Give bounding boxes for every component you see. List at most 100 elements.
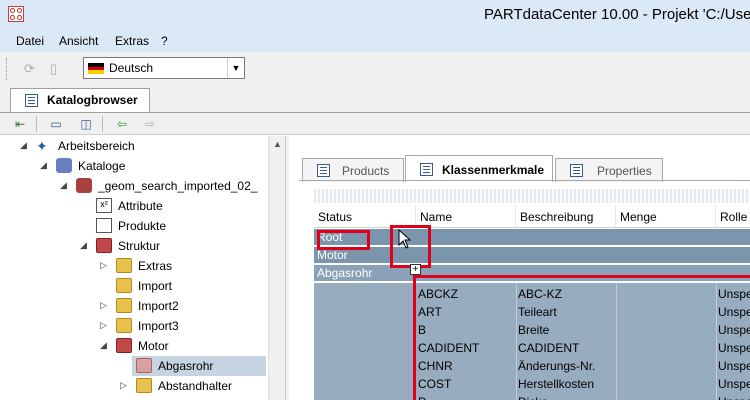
dropdown-arrow-icon[interactable]: ▼ xyxy=(227,58,244,78)
import-icon[interactable]: ⇤ xyxy=(12,117,28,131)
app-icon[interactable] xyxy=(8,6,24,22)
detail-panel: Products Klassenmerkmale Properties Stat… xyxy=(289,136,750,400)
class-icon xyxy=(136,358,152,373)
tree-item-label: Kataloge xyxy=(78,159,126,173)
group-label-motor: Motor xyxy=(317,248,348,262)
column-header-name[interactable]: Name xyxy=(416,206,516,228)
group-row-root[interactable]: Root xyxy=(314,229,750,245)
collapsed-arrow-icon[interactable]: ▷ xyxy=(100,260,110,271)
language-select[interactable]: Deutsch ▼ xyxy=(83,57,245,79)
grid-group-drop-area[interactable] xyxy=(314,189,750,203)
menu-ansicht[interactable]: Ansicht xyxy=(59,34,98,48)
tree-item-arbeitsbereich[interactable]: ◢ ✦ Arbeitsbereich xyxy=(0,136,268,156)
tree-item-label: Import xyxy=(138,279,173,293)
window-title: PARTdataCenter 10.00 - Projekt 'C:/Users xyxy=(484,6,750,23)
document-icon[interactable]: ▯ xyxy=(50,62,64,76)
toolbar-grip[interactable] xyxy=(6,58,9,80)
tab-properties[interactable]: Properties xyxy=(555,158,663,182)
folder-icon xyxy=(96,238,112,253)
plus-icon[interactable]: + xyxy=(410,264,421,275)
highlight-box-motor xyxy=(317,230,370,250)
tab-properties-label: Properties xyxy=(597,164,652,178)
tree-item-label: Motor xyxy=(138,339,169,353)
expanded-arrow-icon[interactable]: ◢ xyxy=(80,240,90,251)
tree-item-label: Arbeitsbereich xyxy=(58,139,135,153)
tree-item-kataloge[interactable]: ◢ Kataloge xyxy=(0,156,268,176)
menu-extras[interactable]: Extras xyxy=(115,34,149,48)
collapsed-arrow-icon[interactable]: ▷ xyxy=(100,300,110,311)
language-value: Deutsch xyxy=(109,61,154,75)
group-row-motor[interactable]: Motor xyxy=(314,247,750,263)
catalog-tree: ◢ ✦ Arbeitsbereich ◢ Kataloge ◢ _geom_se… xyxy=(0,136,285,400)
catalog-icon xyxy=(76,178,92,193)
tree-item-label: Extras xyxy=(138,259,173,273)
tree-item-label: Struktur xyxy=(118,239,161,253)
collapsed-arrow-icon[interactable]: ▷ xyxy=(120,380,130,391)
folder-icon xyxy=(116,338,132,353)
tree-item-produkte[interactable]: Produkte xyxy=(0,216,268,236)
grid-status-column xyxy=(314,283,416,400)
tab-baseline xyxy=(299,180,750,181)
split-horizontal-icon[interactable]: ▭ xyxy=(48,117,64,131)
tree-item-import3[interactable]: ▷ Import3 xyxy=(0,316,268,336)
forward-arrow-icon[interactable]: ⇨ xyxy=(142,117,158,131)
group-label-abgasrohr: Abgasrohr xyxy=(317,266,373,280)
attribute-icon: x² xyxy=(96,198,112,213)
tab-katalogbrowser-label: Katalogbrowser xyxy=(47,93,138,107)
tab-klassenmerkmale[interactable]: Klassenmerkmale xyxy=(405,155,553,182)
menu-bar: Datei Ansicht Extras ? xyxy=(0,30,750,52)
tree-item-label: Attribute xyxy=(118,199,163,213)
tree-item-abgasrohr[interactable]: Abgasrohr xyxy=(132,356,266,376)
tab-klassenmerkmale-label: Klassenmerkmale xyxy=(442,163,545,177)
column-header-rolle[interactable]: Rolle xyxy=(716,206,750,228)
expanded-arrow-icon[interactable]: ◢ xyxy=(20,140,30,151)
scroll-up-icon[interactable]: ▲ xyxy=(269,136,286,153)
folder-icon xyxy=(116,278,132,293)
column-header-beschreibung[interactable]: Beschreibung xyxy=(516,206,616,228)
back-arrow-icon[interactable]: ⇦ xyxy=(114,117,130,131)
menu-help[interactable]: ? xyxy=(161,34,168,48)
tab-products-label: Products xyxy=(342,164,390,178)
tree-item-label: Import2 xyxy=(138,299,179,313)
tree-scrollbar[interactable]: ▲ xyxy=(268,136,285,400)
tree-item-label: _geom_search_imported_02_ xyxy=(98,179,258,193)
tree-item-struktur[interactable]: ◢ Struktur xyxy=(0,236,268,256)
folder-icon xyxy=(116,318,132,333)
tree-item-label: Produkte xyxy=(118,219,167,233)
tree-item-import[interactable]: Import xyxy=(0,276,268,296)
tree-item-extras[interactable]: ▷ Extras xyxy=(0,256,268,276)
page-icon xyxy=(570,164,583,177)
tree-item-label: Abgasrohr xyxy=(158,359,214,373)
page-icon xyxy=(25,94,38,107)
document-area: ⇤ ▭ ◫ ⇦ ⇨ ◢ ✦ Arbeitsbereich ◢ Kataloge … xyxy=(0,112,750,400)
products-icon xyxy=(96,218,112,233)
column-header-menge[interactable]: Menge xyxy=(616,206,716,228)
tree-item-catalog[interactable]: ◢ _geom_search_imported_02_ xyxy=(0,176,268,196)
tree-item-attribute[interactable]: x² Attribute xyxy=(0,196,268,216)
menu-datei[interactable]: Datei xyxy=(16,34,44,48)
expanded-arrow-icon[interactable]: ◢ xyxy=(40,160,50,171)
tree-item-motor[interactable]: ◢ Motor xyxy=(0,336,268,356)
page-icon xyxy=(420,163,433,176)
folder-icon xyxy=(136,378,152,393)
german-flag-icon xyxy=(88,63,104,74)
workspace-icon: ✦ xyxy=(36,138,48,154)
title-bar: PARTdataCenter 10.00 - Projekt 'C:/Users xyxy=(0,0,750,30)
tree-item-import2[interactable]: ▷ Import2 xyxy=(0,296,268,316)
expanded-arrow-icon[interactable]: ◢ xyxy=(100,340,110,351)
highlight-box-properties xyxy=(413,275,750,400)
refresh-icon[interactable]: ⟳ xyxy=(24,62,38,76)
tree-item-label: Abstandhalter xyxy=(158,379,233,393)
browser-toolbar: ⇤ ▭ ◫ ⇦ ⇨ xyxy=(0,113,750,135)
split-vertical-icon[interactable]: ◫ xyxy=(78,117,94,131)
mouse-cursor-icon xyxy=(398,229,412,249)
tab-products[interactable]: Products xyxy=(302,158,404,182)
catalogs-icon xyxy=(56,158,72,173)
tree-item-label: Import3 xyxy=(138,319,179,333)
tab-katalogbrowser[interactable]: Katalogbrowser xyxy=(10,88,150,112)
tree-item-abstandhalter[interactable]: ▷ Abstandhalter xyxy=(0,376,268,396)
folder-icon xyxy=(116,258,132,273)
page-icon xyxy=(317,164,330,177)
collapsed-arrow-icon[interactable]: ▷ xyxy=(100,320,110,331)
expanded-arrow-icon[interactable]: ◢ xyxy=(60,180,70,191)
